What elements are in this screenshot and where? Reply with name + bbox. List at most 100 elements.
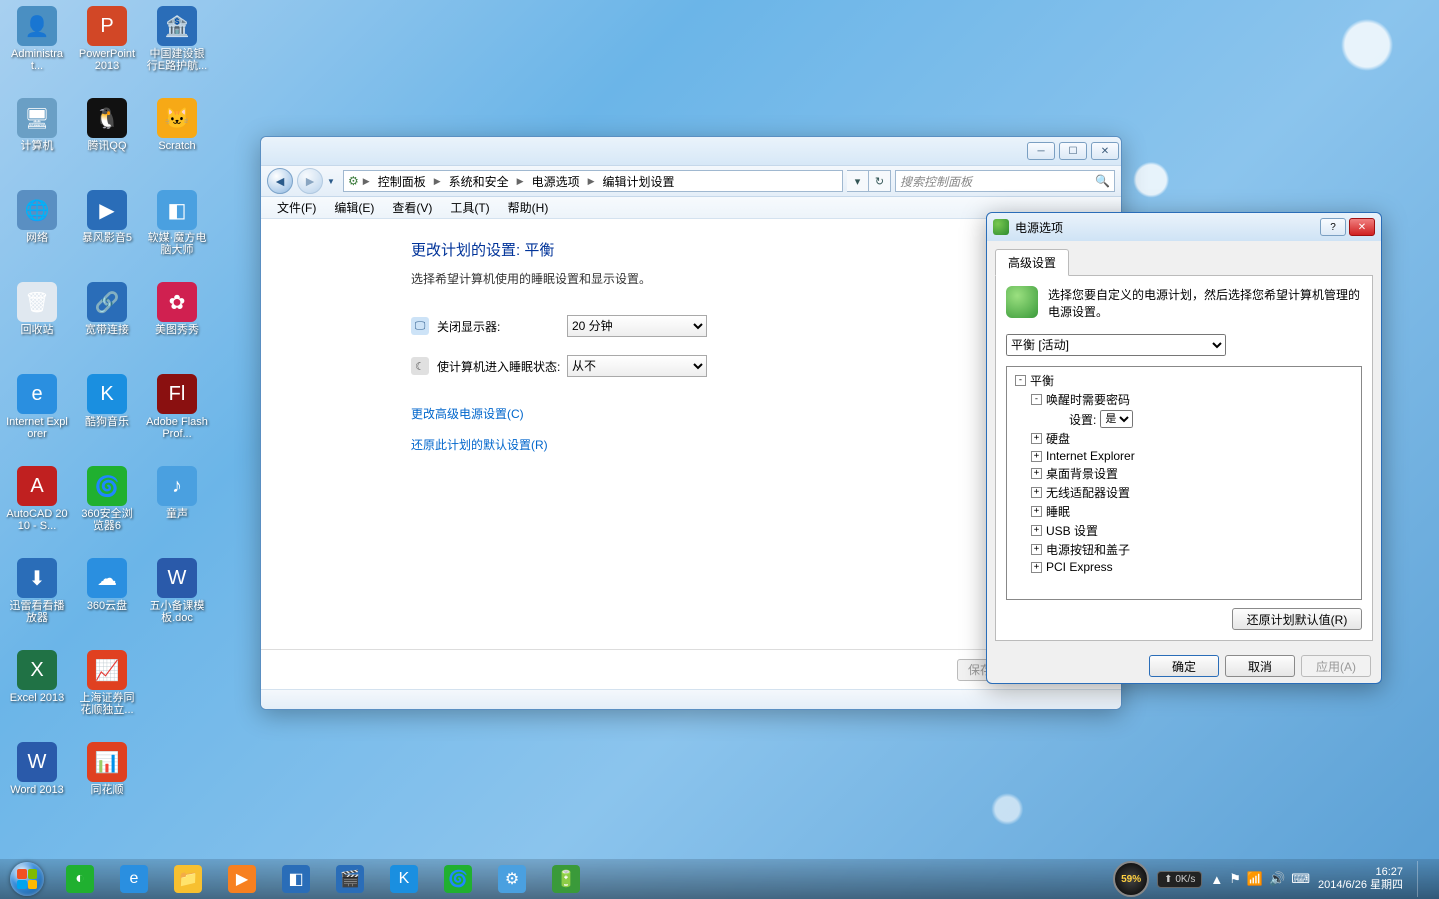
ok-button[interactable]: 确定: [1149, 655, 1219, 677]
breadcrumb[interactable]: ⚙▶ 控制面板▶ 系统和安全▶ 电源选项▶ 编辑计划设置: [343, 170, 843, 192]
tree-item[interactable]: 桌面背景设置: [1046, 465, 1118, 482]
gauge-widget[interactable]: 59%: [1113, 861, 1149, 897]
taskbar-item[interactable]: 🔋: [540, 861, 592, 897]
tree-expand-icon[interactable]: +: [1031, 544, 1042, 555]
taskbar-item[interactable]: ◐: [54, 861, 106, 897]
tree-expand-icon[interactable]: +: [1031, 562, 1042, 573]
tree-expand-icon[interactable]: +: [1031, 487, 1042, 498]
desktop-icon[interactable]: ⬇迅雷看看播放器: [4, 556, 70, 646]
dialog-help-button[interactable]: ?: [1320, 218, 1346, 236]
tree-item[interactable]: 硬盘: [1046, 430, 1070, 447]
desktop-icon[interactable]: 🗑回收站: [4, 280, 70, 370]
tab-advanced[interactable]: 高级设置: [995, 249, 1069, 276]
tree-item[interactable]: 无线适配器设置: [1046, 484, 1130, 501]
taskbar-item[interactable]: 📁: [162, 861, 214, 897]
tree-expand-icon[interactable]: +: [1031, 451, 1042, 462]
dialog-cancel-button[interactable]: 取消: [1225, 655, 1295, 677]
desktop-icon[interactable]: K酷狗音乐: [74, 372, 140, 462]
refresh-button[interactable]: ↻: [869, 170, 891, 192]
desktop-icon[interactable]: 🏦中国建设银行E路护航...: [144, 4, 210, 94]
menu-help[interactable]: 帮助(H): [500, 197, 557, 218]
tray-flag-icon[interactable]: ⚑: [1229, 871, 1241, 887]
search-input[interactable]: 搜索控制面板 🔍: [895, 170, 1115, 192]
settings-tree[interactable]: -平衡 -唤醒时需要密码 设置:是 +硬盘+Internet Explorer+…: [1006, 366, 1362, 600]
tree-collapse-icon[interactable]: -: [1031, 394, 1042, 405]
desktop-icon[interactable]: ▶暴风影音5: [74, 188, 140, 278]
tree-item[interactable]: 电源按钮和盖子: [1046, 541, 1130, 558]
taskbar-item[interactable]: 🎬: [324, 861, 376, 897]
plan-select[interactable]: 平衡 [活动]: [1006, 334, 1226, 356]
desktop-icon[interactable]: 🌐网络: [4, 188, 70, 278]
tree-collapse-icon[interactable]: -: [1015, 375, 1026, 386]
tree-expand-icon[interactable]: +: [1031, 506, 1042, 517]
tray-volume-icon[interactable]: 🔊: [1269, 871, 1285, 887]
nav-back-button[interactable]: ◄: [267, 168, 293, 194]
minimize-button[interactable]: ─: [1027, 142, 1055, 160]
menu-edit[interactable]: 编辑(E): [326, 197, 382, 218]
addr-dropdown[interactable]: ▾: [847, 170, 869, 192]
tray-network-icon[interactable]: 📶: [1247, 871, 1263, 887]
desktop-icon[interactable]: W五小备课模板.doc: [144, 556, 210, 646]
show-desktop-button[interactable]: [1417, 861, 1429, 897]
desktop-icon[interactable]: ◧软媒·魔方电脑大师: [144, 188, 210, 278]
tree-root[interactable]: 平衡: [1030, 372, 1054, 389]
advanced-settings-link[interactable]: 更改高级电源设置(C): [411, 405, 1081, 422]
crumb-edit-plan[interactable]: 编辑计划设置: [599, 173, 679, 190]
taskbar-item[interactable]: ▶: [216, 861, 268, 897]
crumb-power-options[interactable]: 电源选项: [528, 173, 584, 190]
desktop-icon[interactable]: 🐱Scratch: [144, 96, 210, 186]
close-button[interactable]: ✕: [1091, 142, 1119, 160]
sleep-select[interactable]: 从不: [567, 355, 707, 377]
menu-tools[interactable]: 工具(T): [442, 197, 497, 218]
tree-wake-password[interactable]: 唤醒时需要密码: [1046, 391, 1130, 408]
maximize-button[interactable]: ☐: [1059, 142, 1087, 160]
desktop-icon[interactable]: 🔗宽带连接: [74, 280, 140, 370]
desktop-icon[interactable]: 🐧腾讯QQ: [74, 96, 140, 186]
tree-item[interactable]: Internet Explorer: [1046, 449, 1135, 463]
tray-expand-icon[interactable]: ▲: [1210, 872, 1223, 887]
crumb-system-security[interactable]: 系统和安全: [445, 173, 513, 190]
desktop-icon[interactable]: WWord 2013: [4, 740, 70, 830]
desktop-icon[interactable]: ☁360云盘: [74, 556, 140, 646]
desktop-icon[interactable]: ✿美图秀秀: [144, 280, 210, 370]
taskbar-item[interactable]: 🌀: [432, 861, 484, 897]
explorer-titlebar[interactable]: ─ ☐ ✕: [261, 137, 1121, 165]
taskbar-item[interactable]: ⚙: [486, 861, 538, 897]
dialog-close-button[interactable]: ✕: [1349, 218, 1375, 236]
tree-expand-icon[interactable]: +: [1031, 525, 1042, 536]
nav-forward-button[interactable]: ►: [297, 168, 323, 194]
menu-view[interactable]: 查看(V): [384, 197, 440, 218]
tree-expand-icon[interactable]: +: [1031, 468, 1042, 479]
desktop-icon[interactable]: 📊同花顺: [74, 740, 140, 830]
restore-plan-defaults-button[interactable]: 还原计划默认值(R): [1232, 608, 1362, 630]
restore-defaults-link[interactable]: 还原此计划的默认设置(R): [411, 436, 1081, 453]
tree-item[interactable]: 睡眠: [1046, 503, 1070, 520]
taskbar-item[interactable]: e: [108, 861, 160, 897]
network-speed[interactable]: ⬆ 0K/s: [1157, 871, 1202, 888]
desktop-icon[interactable]: 📈上海证券同花顺独立...: [74, 648, 140, 738]
tree-item[interactable]: USB 设置: [1046, 522, 1098, 539]
start-button[interactable]: [4, 861, 50, 897]
taskbar-item[interactable]: ◧: [270, 861, 322, 897]
menu-file[interactable]: 文件(F): [269, 197, 324, 218]
nav-history-dropdown[interactable]: ▼: [327, 177, 339, 186]
tree-setting-select[interactable]: 是: [1100, 410, 1133, 428]
desktop-icon[interactable]: 🖥计算机: [4, 96, 70, 186]
tray-input-icon[interactable]: ⌨: [1291, 871, 1310, 887]
tree-item[interactable]: PCI Express: [1046, 560, 1113, 574]
desktop-icon[interactable]: AAutoCAD 2010 - S...: [4, 464, 70, 554]
desktop-icon[interactable]: 👤Administrat...: [4, 4, 70, 94]
dialog-titlebar[interactable]: 电源选项 ? ✕: [987, 213, 1381, 241]
desktop-icon[interactable]: ♪童声: [144, 464, 210, 554]
crumb-control-panel[interactable]: 控制面板: [374, 173, 430, 190]
taskbar-clock[interactable]: 16:27 2014/6/26 星期四: [1318, 866, 1403, 892]
taskbar-item[interactable]: K: [378, 861, 430, 897]
desktop-icon[interactable]: 🌀360安全浏览器6: [74, 464, 140, 554]
search-icon[interactable]: 🔍: [1095, 174, 1110, 188]
desktop-icon[interactable]: eInternet Explorer: [4, 372, 70, 462]
desktop-icon[interactable]: PPowerPoint 2013: [74, 4, 140, 94]
tree-expand-icon[interactable]: +: [1031, 433, 1042, 444]
apply-button[interactable]: 应用(A): [1301, 655, 1371, 677]
desktop-icon[interactable]: FlAdobe Flash Prof...: [144, 372, 210, 462]
display-off-select[interactable]: 20 分钟: [567, 315, 707, 337]
